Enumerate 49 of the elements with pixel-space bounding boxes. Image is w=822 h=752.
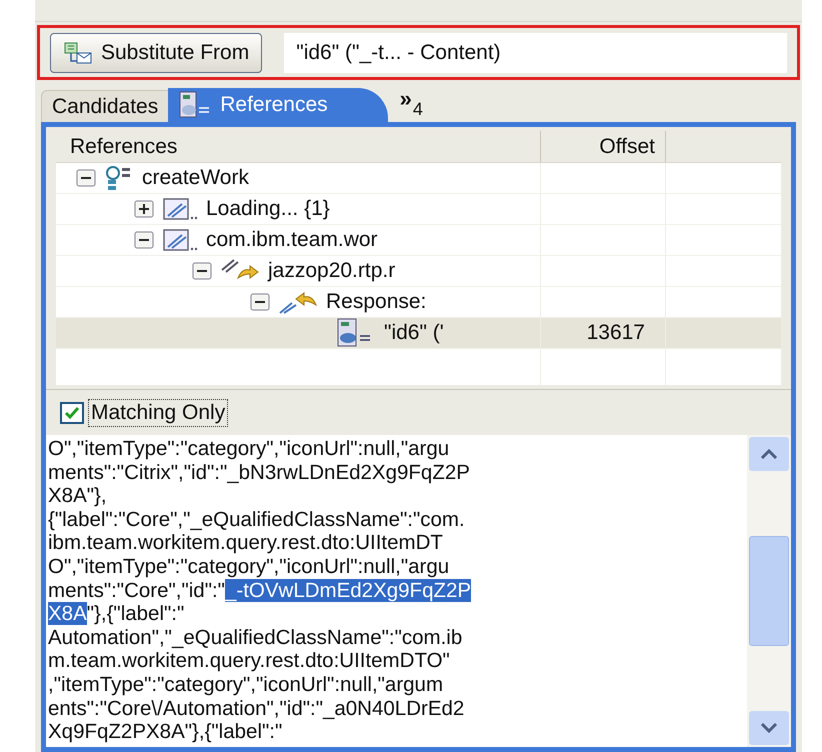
tree-row[interactable]: Response: <box>56 287 781 318</box>
collapse-icon[interactable] <box>250 293 270 311</box>
content-line: ents":"Core\/Automation","id":"_a0N40LDrEd2 <box>48 696 466 720</box>
tree-row[interactable]: Loading... {1} <box>56 194 781 225</box>
collapse-icon[interactable] <box>192 262 212 280</box>
scroll-down-icon[interactable] <box>749 711 789 745</box>
collapse-icon[interactable] <box>134 231 154 249</box>
tree-row[interactable]: createWork <box>56 163 781 194</box>
content-line: ,"itemType":"category","iconUrl":null,"argum <box>48 672 444 697</box>
content-line: X8A"}, <box>48 484 108 508</box>
response-arrow-icon <box>278 289 318 315</box>
substitute-icon <box>63 40 93 64</box>
tree-row[interactable]: com.ibm.team.wor <box>56 225 781 256</box>
content-line: O","itemType":"category","iconUrl":null,"argu <box>48 437 450 461</box>
content-line: ments":"Core","id":"_-tOVwLDmEd2Xg9FqZ2P <box>48 578 472 602</box>
scroll-thumb[interactable] <box>749 536 789 646</box>
content-line: Xq9FqZ2PX8A"},{"label":" <box>48 720 284 744</box>
tree-label: createWork <box>142 165 249 192</box>
expand-icon[interactable] <box>134 200 154 218</box>
matching-only-label[interactable]: Matching Only <box>88 398 228 426</box>
content-line: ibm.team.workitem.query.rest.dto:UIItemDT <box>48 531 444 555</box>
document-icon <box>162 227 198 253</box>
collapse-icon[interactable] <box>76 169 96 187</box>
tree-label: Loading... {1} <box>206 196 330 222</box>
content-line: {"label":"Core","_eQualifiedClassName":"com. <box>48 508 466 532</box>
document-icon <box>162 196 198 222</box>
tab[interactable]: References <box>168 88 388 122</box>
tab[interactable]: Candidates <box>41 90 168 122</box>
substitute-value-field[interactable]: "id6" ("_-t... - Content) <box>284 32 787 72</box>
content-line: Automation","_eQualifiedClassName":"com.ib <box>48 626 464 650</box>
column-header[interactable]: References <box>56 131 541 162</box>
check-icon <box>64 406 80 420</box>
tree-label: Response: <box>326 289 426 316</box>
scrollbar[interactable] <box>747 435 791 747</box>
tree-label: "id6" (' <box>384 320 444 346</box>
tree-label: com.ibm.team.wor <box>206 227 378 254</box>
content-line: X8A"},{"label":" <box>48 602 186 626</box>
substitute-from-button[interactable]: Substitute From <box>50 32 262 72</box>
tree-label: jazzop20.rtp.r <box>268 258 396 284</box>
matching-only-checkbox[interactable] <box>60 402 84 424</box>
tree-row[interactable]: jazzop20.rtp.r <box>56 256 781 287</box>
column-header[interactable]: Offset <box>541 131 666 162</box>
scroll-up-icon[interactable] <box>749 437 789 471</box>
content-text-area[interactable] <box>46 435 791 747</box>
content-line: O","itemType":"category","iconUrl":null,"argu <box>48 554 450 579</box>
content-line: ments":"Citrix","id":"_bN3rwLDnEd2Xg9FqZ2P <box>48 460 471 484</box>
tree-row[interactable]: "id6" (' 13617 <box>56 318 781 349</box>
content-line: m.team.workitem.query.rest.dto:UIItemDTO" <box>48 649 451 673</box>
offset-value: 13617 <box>586 320 645 346</box>
